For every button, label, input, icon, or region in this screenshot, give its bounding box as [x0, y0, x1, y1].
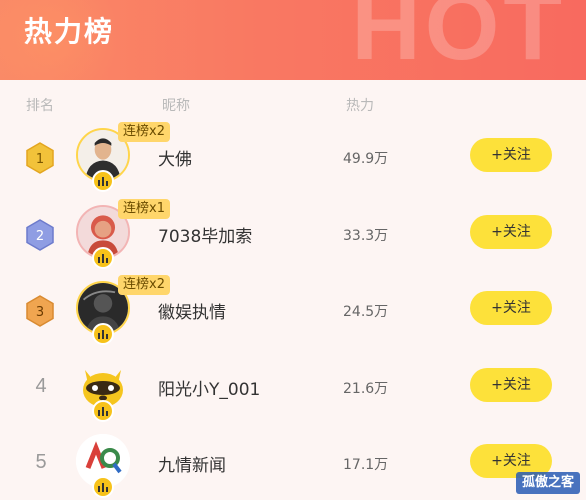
- heat-value: 24.5万: [343, 304, 389, 320]
- follow-button[interactable]: +关注: [470, 138, 552, 172]
- username[interactable]: 7038毕加索: [158, 222, 252, 247]
- column-header-name: 昵称: [162, 98, 190, 114]
- username[interactable]: 大佛: [158, 145, 192, 170]
- follow-button[interactable]: +关注: [470, 291, 552, 325]
- heat-value: 49.9万: [343, 151, 389, 167]
- page-title: 热力榜: [24, 15, 115, 48]
- follow-button[interactable]: +关注: [470, 368, 552, 402]
- bars-icon: [92, 400, 114, 422]
- bars-icon: [92, 476, 114, 498]
- list-item: 3 连榜x2 徽娱执情 24.5万 +关注: [0, 275, 586, 347]
- list-item: 1 连榜x2 大佛 49.9万 +关注: [0, 122, 586, 194]
- follow-button[interactable]: +关注: [470, 215, 552, 249]
- bars-icon: [92, 247, 114, 269]
- column-header-heat: 热力: [346, 98, 374, 114]
- list-item: 5 九情新闻 17.1万 +关注: [0, 428, 586, 500]
- list-item: 2 连榜x1 7038毕加索 33.3万 +关注: [0, 199, 586, 271]
- bars-icon: [92, 323, 114, 345]
- avatar[interactable]: [76, 356, 136, 422]
- heat-value: 21.6万: [343, 381, 389, 397]
- heat-value: 33.3万: [343, 228, 389, 244]
- bars-icon: [92, 170, 114, 192]
- svg-text:3: 3: [36, 305, 44, 320]
- watermark-logo: 孤傲之客: [515, 472, 580, 494]
- avatar[interactable]: [76, 432, 136, 498]
- bronze-medal-icon: 3: [26, 295, 54, 327]
- gold-medal-icon: 1: [26, 142, 54, 174]
- column-header-rank: 排名: [26, 98, 54, 114]
- username[interactable]: 阳光小Y_001: [158, 375, 260, 400]
- rank-number: 4: [35, 375, 47, 397]
- list-item: 4 阳光小Y_001 21.6万 +关注: [0, 352, 586, 424]
- silver-medal-icon: 2: [26, 219, 54, 251]
- username[interactable]: 徽娱执情: [158, 298, 226, 323]
- streak-badge: 连榜x2: [118, 275, 170, 295]
- rank-number: 5: [35, 451, 47, 473]
- username[interactable]: 九情新闻: [158, 451, 226, 476]
- svg-text:2: 2: [36, 229, 44, 244]
- streak-badge: 连榜x1: [118, 199, 170, 219]
- streak-badge: 连榜x2: [118, 122, 170, 142]
- hot-watermark: HOT: [351, 0, 566, 80]
- heat-value: 17.1万: [343, 457, 389, 473]
- header-banner: 热力榜 HOT: [0, 0, 586, 80]
- svg-text:1: 1: [36, 152, 44, 167]
